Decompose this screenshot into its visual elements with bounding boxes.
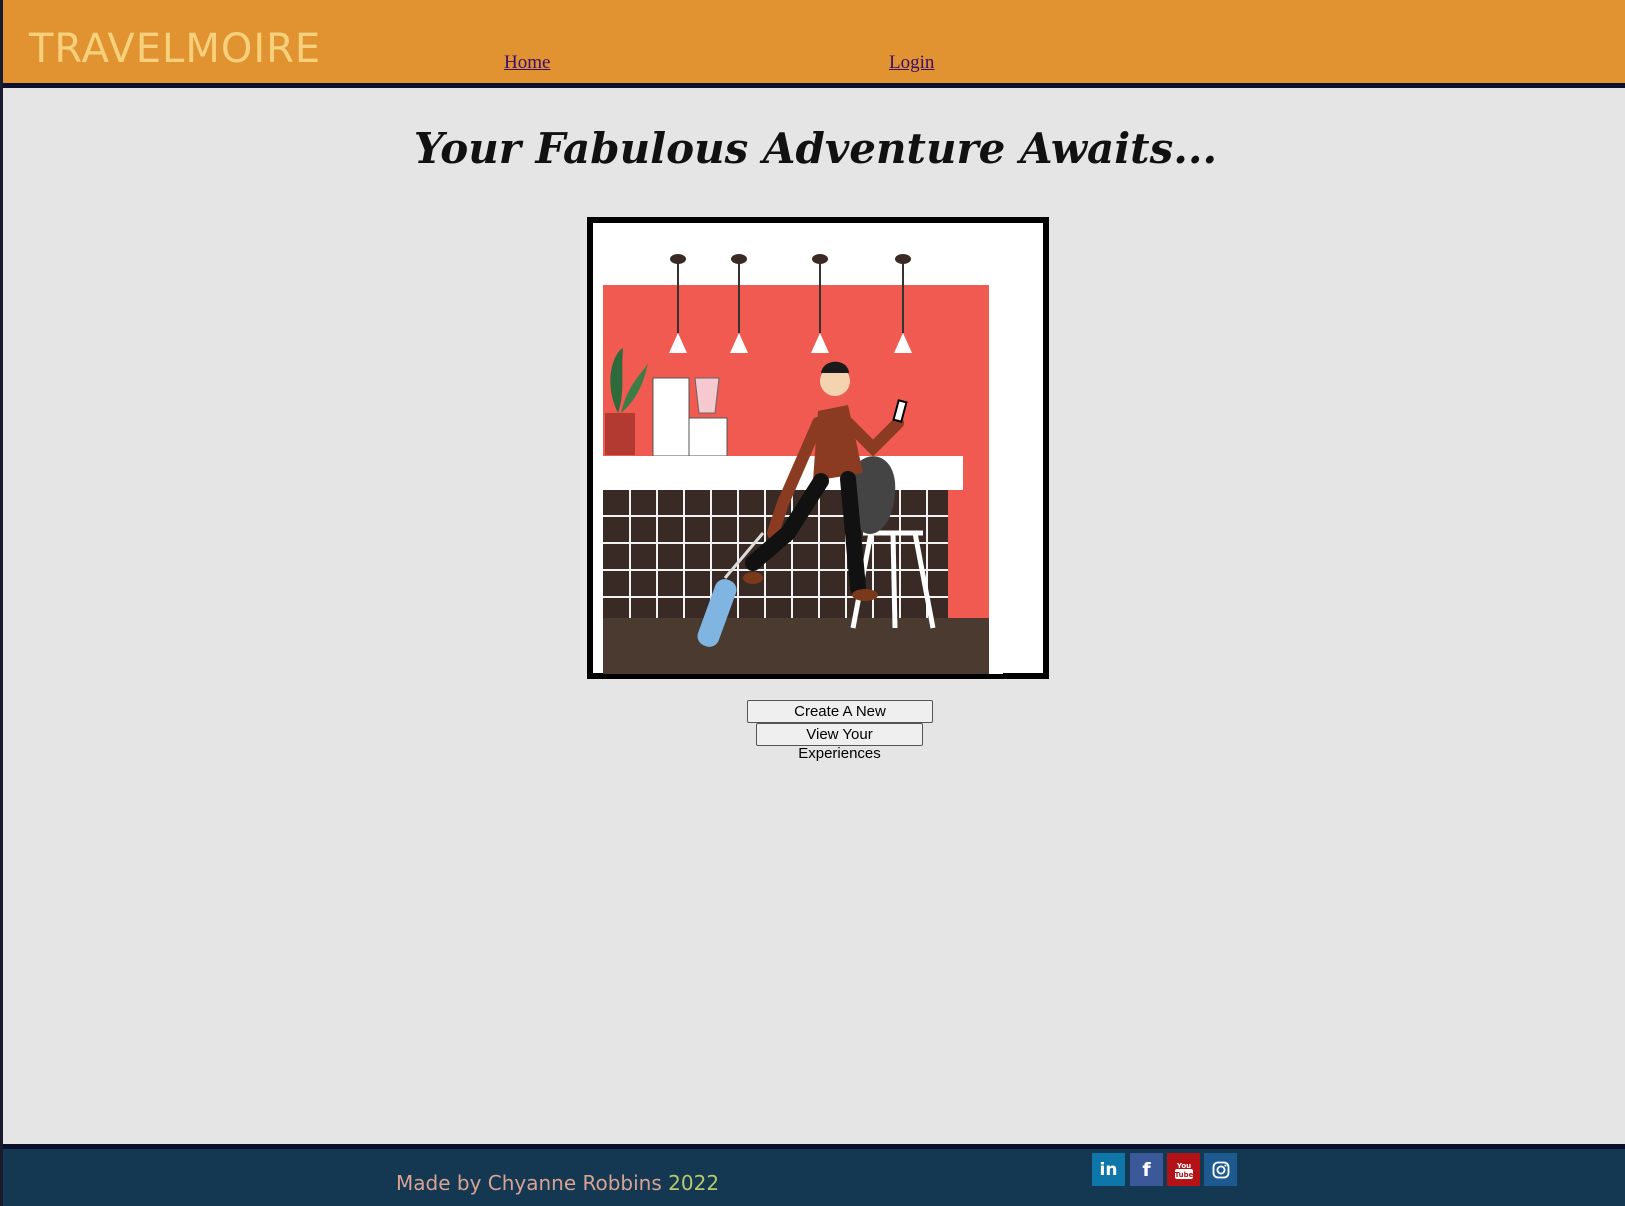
traveler-illustration [603,233,1003,674]
site-header: TRAVELMOIRE Home Login [3,0,1625,88]
site-footer: Made by Chyanne Robbins 2022 in f You Tu… [3,1144,1625,1206]
svg-text:You: You [1175,1162,1190,1170]
facebook-icon[interactable]: f [1130,1153,1163,1186]
nav-login-link[interactable]: Login [889,52,934,74]
nav-home-link[interactable]: Home [504,52,550,74]
credit-year: 2022 [668,1171,720,1195]
linkedin-icon[interactable]: in [1092,1153,1125,1186]
footer-credit: Made by Chyanne Robbins 2022 [396,1171,719,1195]
youtube-glyph: You Tube [1174,1162,1193,1179]
instagram-icon[interactable] [1204,1153,1237,1186]
youtube-icon[interactable]: You Tube [1167,1153,1200,1186]
brand-logo[interactable]: TRAVELMOIRE [29,26,321,72]
svg-text:Tube: Tube [1174,1171,1193,1179]
page-title: Your Fabulous Adventure Awaits... [413,124,1218,173]
credit-text: Made by Chyanne Robbins [396,1171,662,1195]
view-experiences-button[interactable]: View Your Experiences [756,723,923,762]
hero-image-frame [587,217,1049,679]
instagram-glyph [1212,1161,1229,1178]
create-experience-button[interactable]: Create A New Experience [747,700,933,739]
